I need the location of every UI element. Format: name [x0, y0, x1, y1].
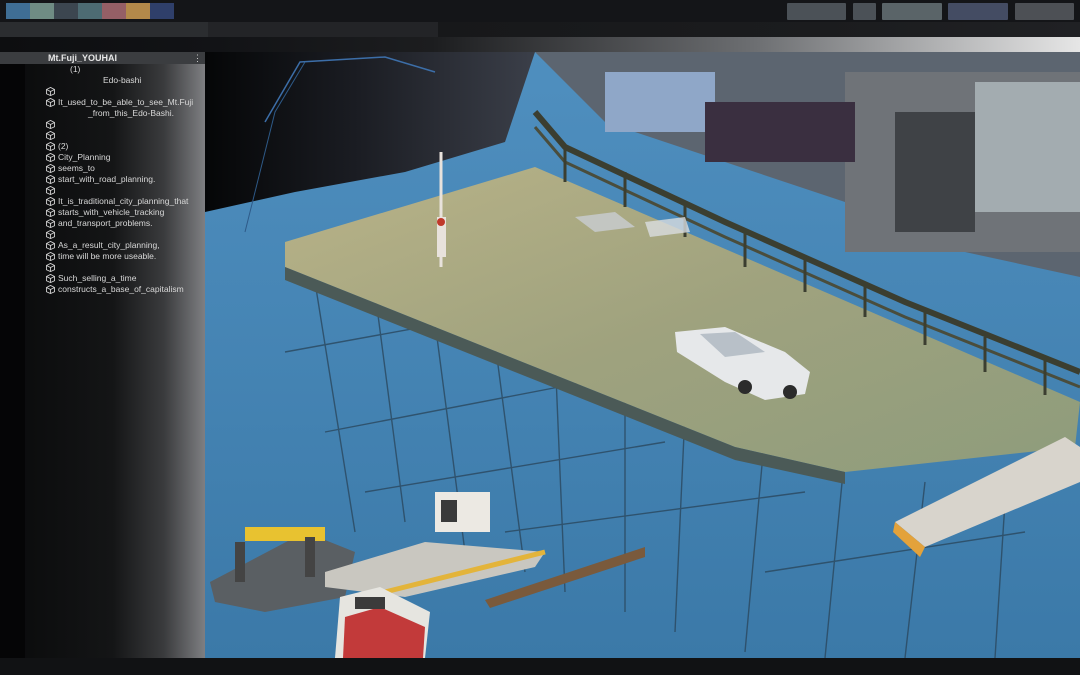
outliner-row[interactable]: Such_selling_a_time [25, 273, 205, 284]
toolbar-button[interactable] [1015, 3, 1074, 20]
outliner-row[interactable]: time will be more useable. [25, 251, 205, 262]
outliner-row[interactable]: Edo-bashi [25, 75, 205, 86]
tab-strip [0, 22, 1080, 37]
outliner-row[interactable]: (2) [25, 141, 205, 152]
cube-icon [46, 218, 55, 229]
color-swatch[interactable] [6, 3, 30, 19]
color-swatch[interactable] [150, 3, 174, 19]
color-swatch-strip [6, 3, 174, 19]
cube-icon [46, 119, 55, 130]
outliner-row[interactable]: _from_this_Edo-Bashi. [25, 108, 205, 119]
outliner-row-label: start_with_road_planning. [58, 174, 156, 184]
outliner-row-label: (1) [70, 64, 81, 74]
toolbar-button[interactable] [882, 3, 942, 20]
cube-icon [46, 262, 55, 273]
cube-icon [46, 240, 55, 251]
cube-icon [46, 185, 55, 196]
outliner-row[interactable] [25, 130, 205, 141]
cube-icon [46, 163, 55, 174]
outliner-row[interactable]: and_transport_problems. [25, 218, 205, 229]
status-bar [0, 658, 1080, 675]
outliner-row-label: constructs_a_base_of_capitalism [58, 284, 184, 294]
tab-track [438, 22, 1080, 37]
outliner-row[interactable]: seems_to [25, 163, 205, 174]
outliner-row-label: and_transport_problems. [58, 218, 153, 228]
color-swatch[interactable] [54, 3, 78, 19]
blue-sign [605, 72, 715, 132]
outliner-header: Mt.Fuji_YOUHAI ⋮ [0, 52, 205, 64]
3d-viewport[interactable] [205, 52, 1080, 658]
cube-icon [46, 251, 55, 262]
cube-icon [46, 86, 55, 97]
toolbar-button[interactable] [787, 3, 846, 20]
outliner-row-label: (2) [58, 141, 69, 151]
outliner-row[interactable] [25, 86, 205, 97]
outliner-row[interactable]: constructs_a_base_of_capitalism [25, 284, 205, 295]
outliner-row-label: time will be more useable. [58, 251, 157, 261]
outliner-row[interactable] [25, 185, 205, 196]
color-swatch[interactable] [78, 3, 102, 19]
cube-icon [46, 207, 55, 218]
outliner-list: (1) Edo-bashi It_used_to_be_able_to_see_Mt… [25, 64, 205, 295]
color-swatch[interactable] [126, 3, 150, 19]
outliner-row[interactable]: As_a_result_city_planning, [25, 240, 205, 251]
outliner-row-label: City_Planning [58, 152, 111, 162]
outliner-row-label: As_a_result_city_planning, [58, 240, 160, 250]
outliner-title: Mt.Fuji_YOUHAI [48, 53, 117, 63]
outliner-row-label: starts_with_vehicle_tracking [58, 207, 165, 217]
cube-icon [46, 284, 55, 295]
outliner-panel: Mt.Fuji_YOUHAI ⋮ (1) Edo-bashi It_used_to_… [0, 52, 205, 658]
toolbar-button[interactable] [853, 3, 876, 20]
cube-icon [46, 229, 55, 240]
panel-menu-icon[interactable]: ⋮ [193, 52, 202, 64]
outliner-row[interactable]: It_used_to_be_able_to_see_Mt.Fuji [25, 97, 205, 108]
outliner-row[interactable] [25, 119, 205, 130]
cube-icon [46, 152, 55, 163]
outliner-row-label: Such_selling_a_time [58, 273, 137, 283]
cube-icon [46, 196, 55, 207]
cube-icon [46, 141, 55, 152]
top-menu-bar [0, 0, 1080, 22]
outliner-row[interactable]: It_is_traditional_city_planning_that [25, 196, 205, 207]
outliner-row-label: _from_this_Edo-Bashi. [88, 108, 174, 118]
tab-active[interactable] [0, 22, 208, 37]
cube-icon [46, 130, 55, 141]
color-swatch[interactable] [30, 3, 54, 19]
outliner-row-label: seems_to [58, 163, 95, 173]
toolbar-button[interactable] [948, 3, 1008, 20]
outliner-row[interactable] [25, 262, 205, 273]
cube-icon [46, 97, 55, 108]
outliner-row[interactable] [25, 229, 205, 240]
outliner-row[interactable]: starts_with_vehicle_tracking [25, 207, 205, 218]
tab[interactable] [208, 22, 438, 37]
cube-icon [46, 273, 55, 284]
outliner-row-label: Edo-bashi [103, 75, 142, 85]
outliner-row[interactable]: (1) [25, 64, 205, 75]
outliner-row[interactable]: start_with_road_planning. [25, 174, 205, 185]
color-swatch[interactable] [102, 3, 126, 19]
outliner-row-label: It_is_traditional_city_planning_that [58, 196, 189, 206]
cube-icon [46, 174, 55, 185]
scene-render [205, 52, 1080, 658]
outliner-row[interactable]: City_Planning [25, 152, 205, 163]
outliner-row-label: It_used_to_be_able_to_see_Mt.Fuji [58, 97, 194, 107]
viewport-header [0, 37, 1080, 52]
outliner-gutter [0, 64, 25, 658]
